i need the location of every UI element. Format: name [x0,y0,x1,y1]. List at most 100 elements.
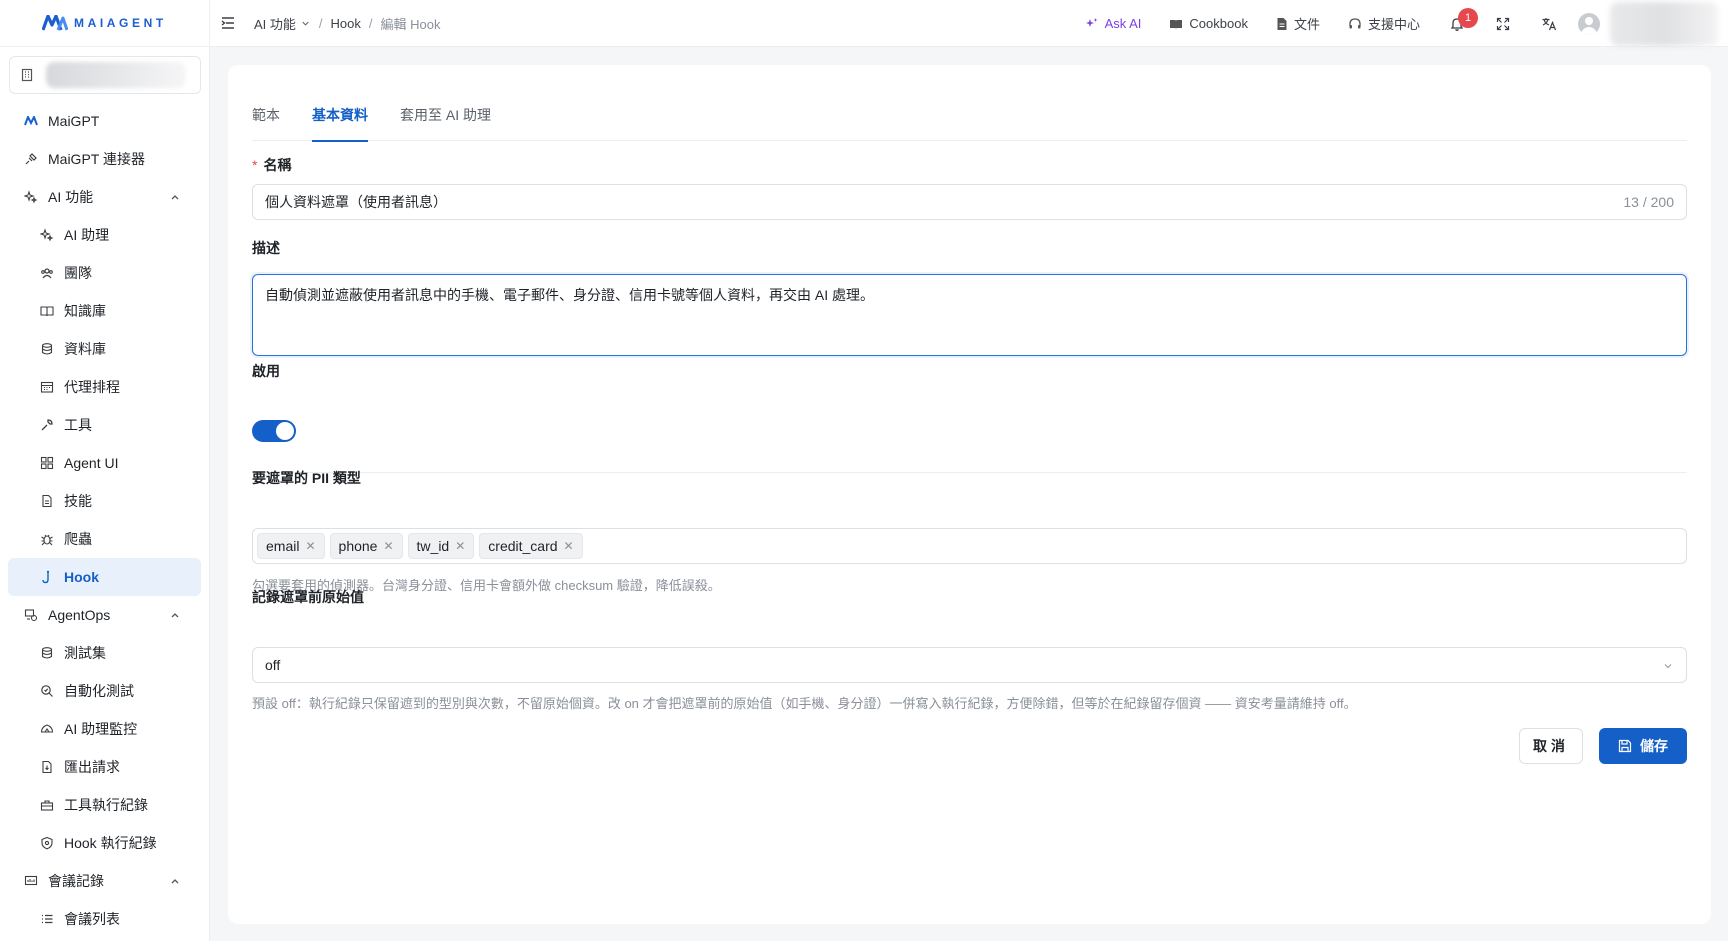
sidebar-item-maigpt-connector[interactable]: MaiGPT 連接器 [0,140,209,178]
agentops-icon [24,608,38,622]
sidebar-item-tools[interactable]: 工具 [0,406,209,444]
sidebar-item-label: AgentOps [48,607,111,623]
pii-tag-label: phone [338,538,378,554]
cookbook-button[interactable]: Cookbook [1155,0,1262,47]
chevron-up-icon [171,195,179,200]
tab-apply-to-assistant[interactable]: 套用至 AI 助理 [400,95,491,141]
breadcrumb-item-ai-features[interactable]: AI 功能 [254,14,311,33]
docs-button[interactable]: 文件 [1262,0,1334,47]
tab-bar: 範本 基本資料 套用至 AI 助理 [252,95,1687,142]
pii-tag-label: email [266,538,300,554]
log-original-select[interactable]: off [252,647,1687,683]
description-textarea[interactable]: 自動偵測並遮蔽使用者訊息中的手機、電子郵件、身分證、信用卡號等個人資料，再交由 … [252,274,1687,356]
menu-collapse-icon[interactable] [220,15,236,31]
pii-types-select[interactable]: email ✕ phone ✕ tw_id ✕ credit_card ✕ [252,528,1687,564]
sidebar-item-knowledge-base[interactable]: 知識庫 [0,292,209,330]
support-button[interactable]: 支援中心 [1334,0,1434,47]
ask-ai-label: Ask AI [1104,16,1142,31]
logo[interactable]: MAIAGENT [0,0,209,47]
remove-tag-icon[interactable]: ✕ [455,539,465,553]
toggle-knob [276,422,294,440]
sidebar-item-label: 自動化測試 [64,683,134,699]
log-original-value: off [265,657,281,673]
language-button[interactable] [1526,0,1572,47]
sidebar-item-meeting-list[interactable]: 會議列表 [0,900,209,938]
sidebar-item-test-sets[interactable]: 測試集 [0,634,209,672]
sidebar-item-agent-ui[interactable]: Agent UI [0,444,209,482]
tab-template[interactable]: 範本 [252,95,280,141]
enable-toggle[interactable] [252,420,296,442]
sidebar-item-database[interactable]: 資料庫 [0,330,209,368]
logo-icon [42,15,68,31]
sidebar-item-ai-assistant[interactable]: AI 助理 [0,216,209,254]
database-icon [40,342,54,356]
name-label: * 名稱 [252,155,291,175]
breadcrumb: AI 功能 / Hook / 編輯 Hook [254,14,440,33]
sidebar-item-team[interactable]: 團隊 [0,254,209,292]
save-icon [1618,739,1632,753]
sidebar-item-label: 工具執行紀錄 [64,797,148,813]
sidebar-item-export-requests[interactable]: 匯出請求 [0,748,209,786]
grid-icon [40,456,54,470]
breadcrumb-separator: / [368,15,373,31]
pii-tag: credit_card ✕ [479,533,583,559]
sparkle-icon [24,190,38,204]
user-avatar[interactable] [1578,12,1600,35]
notifications-button[interactable]: 1 [1434,0,1480,47]
sidebar-item-hook-execution-logs[interactable]: Hook 執行紀錄 [0,824,209,862]
user-menu[interactable] [1610,1,1718,46]
sidebar-item-label: 爬蟲 [64,531,92,547]
pii-tag: phone ✕ [329,533,403,559]
sidebar-item-meeting-records[interactable]: 會議記錄 [0,862,209,900]
character-count: 13 / 200 [1623,194,1674,210]
remove-tag-icon[interactable]: ✕ [564,539,574,553]
save-button[interactable]: 儲存 [1599,728,1687,764]
sidebar-item-automated-testing[interactable]: 自動化測試 [0,672,209,710]
translate-icon [1542,17,1557,30]
export-icon [40,760,54,774]
sidebar-item-maigpt[interactable]: MaiGPT [0,102,209,140]
organization-switcher[interactable] [9,56,201,94]
sidebar-item-label: 技能 [64,493,92,509]
maigpt-icon [24,114,38,128]
cookbook-label: Cookbook [1189,16,1248,31]
name-input[interactable]: 個人資料遮罩（使用者訊息） 13 / 200 [252,184,1687,220]
team-icon [40,266,54,280]
header-actions: Ask AI Cookbook 文件 支援中心 1 [1071,0,1728,47]
book-icon [1170,19,1183,29]
sidebar-nav: MaiGPT MaiGPT 連接器 AI 功能 AI 助理 團隊 知識庫 資料庫 [0,102,209,938]
ask-ai-button[interactable]: Ask AI [1071,0,1156,47]
sidebar-item-hook[interactable]: Hook [8,558,201,596]
remove-tag-icon[interactable]: ✕ [383,539,393,553]
sidebar-item-agent-schedule[interactable]: 代理排程 [0,368,209,406]
sidebar-item-label: 團隊 [64,265,92,281]
organization-name [46,62,186,88]
breadcrumb-label: AI 功能 [254,16,296,32]
sparkle-icon [40,228,54,242]
sidebar-item-tool-execution-logs[interactable]: 工具執行紀錄 [0,786,209,824]
sidebar-item-label: AI 助理 [64,227,110,243]
sidebar-item-label: AI 助理監控 [64,721,138,737]
database-icon [40,646,54,660]
log-original-label: 記錄遮罩前原始值 [252,589,364,605]
calendar-icon [40,380,54,394]
breadcrumb-item-hook[interactable]: Hook [331,16,361,31]
bug-icon [40,532,54,546]
notification-badge: 1 [1458,8,1478,28]
cancel-button[interactable]: 取消 [1519,728,1583,764]
sidebar-item-agentops[interactable]: AgentOps [0,596,209,634]
hook-icon [40,570,54,584]
wrench-icon [40,418,54,432]
pii-tag: tw_id ✕ [407,533,475,559]
tab-basic-info[interactable]: 基本資料 [312,95,368,142]
remove-tag-icon[interactable]: ✕ [305,539,315,553]
sidebar-item-ai-features[interactable]: AI 功能 [0,178,209,216]
fullscreen-button[interactable] [1480,0,1526,47]
sidebar-item-label: MaiGPT 連接器 [48,151,145,167]
sidebar-item-skills[interactable]: 技能 [0,482,209,520]
sidebar-item-ai-monitoring[interactable]: AI 助理監控 [0,710,209,748]
sidebar-item-crawler[interactable]: 爬蟲 [0,520,209,558]
breadcrumb-item-current: 編輯 Hook [380,16,441,32]
support-label: 支援中心 [1367,17,1420,32]
list-icon [40,912,54,926]
